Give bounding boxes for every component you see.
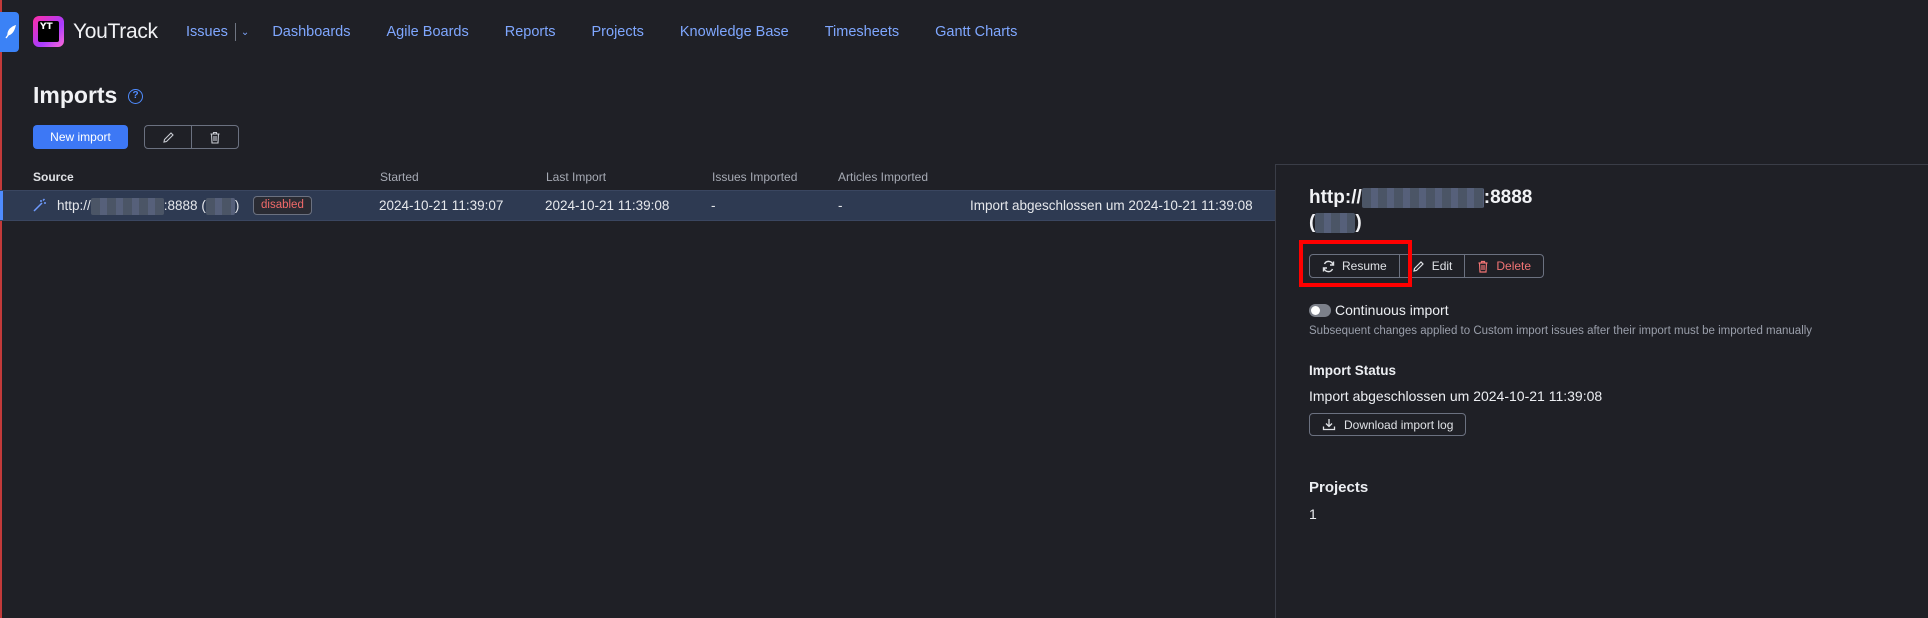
- new-import-button[interactable]: New import: [33, 125, 128, 149]
- help-icon[interactable]: ?: [128, 89, 143, 104]
- nav-dashboards[interactable]: Dashboards: [272, 24, 350, 40]
- nav-projects[interactable]: Projects: [592, 24, 644, 40]
- source-cell: http:// :8888 (): [57, 198, 239, 215]
- edit-label: Edit: [1431, 259, 1453, 273]
- download-log-label: Download import log: [1344, 417, 1454, 432]
- edit-button[interactable]: [145, 126, 191, 148]
- left-edge-strip: [0, 0, 2, 618]
- pencil-icon: [1412, 260, 1424, 272]
- column-articles-imported[interactable]: Articles Imported: [838, 170, 928, 184]
- panel-title-close: ): [1355, 212, 1362, 233]
- app-name[interactable]: YouTrack: [73, 20, 158, 44]
- nav-knowledge-base[interactable]: Knowledge Base: [680, 24, 789, 40]
- refresh-icon: [1322, 260, 1335, 272]
- nav-issues[interactable]: Issues ⌄: [186, 23, 249, 41]
- trash-icon: [1478, 260, 1488, 273]
- issues-imported-cell: -: [711, 198, 716, 213]
- nav-gantt-charts[interactable]: Gantt Charts: [935, 24, 1017, 40]
- delete-button[interactable]: [191, 126, 238, 148]
- import-details-panel: http://:8888 () Resume Edit Delete Conti…: [1275, 164, 1928, 618]
- resume-label: Resume: [1342, 259, 1387, 273]
- resume-button[interactable]: Resume: [1310, 255, 1399, 277]
- nav-reports[interactable]: Reports: [505, 24, 556, 40]
- import-status-heading: Import Status: [1309, 363, 1397, 378]
- main-nav: Issues ⌄ Dashboards Agile Boards Reports…: [186, 23, 1053, 41]
- youtrack-logo[interactable]: YT: [33, 16, 64, 47]
- status-badge: disabled: [253, 196, 312, 215]
- import-wand-icon: [32, 198, 47, 216]
- toolbar-button-group: [144, 125, 239, 149]
- continuous-import-label: Continuous import: [1335, 302, 1449, 318]
- column-source[interactable]: Source: [33, 170, 74, 184]
- started-cell: 2024-10-21 11:39:07: [379, 198, 504, 213]
- delete-import-button[interactable]: Delete: [1464, 255, 1543, 277]
- source-close: ): [234, 198, 240, 214]
- redacted-name: [205, 198, 235, 215]
- panel-actions: Resume Edit Delete: [1309, 254, 1545, 278]
- redacted-host: [1361, 187, 1484, 208]
- source-prefix: http://: [57, 198, 91, 214]
- projects-count: 1: [1309, 506, 1317, 522]
- table-header: Source Started Last Import Issues Import…: [0, 170, 1275, 190]
- import-status-text: Import abgeschlossen um 2024-10-21 11:39…: [1309, 388, 1603, 404]
- download-icon: [1322, 419, 1336, 431]
- last-import-cell: 2024-10-21 11:39:08: [545, 198, 670, 213]
- panel-title: http://:8888 (): [1309, 185, 1532, 235]
- panel-title-prefix: http://: [1309, 187, 1362, 208]
- redacted-host: [90, 198, 164, 215]
- page-title: Imports: [33, 82, 118, 108]
- row-selection-indicator: [0, 191, 3, 220]
- nav-issues-label: Issues: [186, 24, 228, 40]
- nav-timesheets[interactable]: Timesheets: [825, 24, 899, 40]
- nav-separator: [234, 23, 236, 41]
- nav-agile-boards[interactable]: Agile Boards: [387, 24, 469, 40]
- import-status-cell: Import abgeschlossen um 2024-10-21 11:39…: [970, 198, 1253, 213]
- projects-heading: Projects: [1309, 479, 1369, 496]
- download-log-button[interactable]: Download import log: [1309, 413, 1467, 436]
- source-suffix: :8888 (: [163, 198, 206, 214]
- continuous-import-description: Subsequent changes applied to Custom imp…: [1309, 325, 1813, 337]
- pencil-icon: [162, 131, 174, 143]
- column-issues-imported[interactable]: Issues Imported: [712, 170, 797, 184]
- column-last-import[interactable]: Last Import: [546, 170, 606, 184]
- continuous-import-toggle[interactable]: [1309, 304, 1331, 317]
- column-started[interactable]: Started: [380, 170, 419, 184]
- articles-imported-cell: -: [838, 198, 843, 213]
- redacted-name: [1315, 212, 1356, 233]
- top-navigation: YT YouTrack Issues ⌄ Dashboards Agile Bo…: [0, 0, 1928, 64]
- trash-icon: [210, 131, 220, 144]
- logo-text: YT: [38, 21, 59, 42]
- delete-label: Delete: [1496, 259, 1532, 273]
- edit-import-button[interactable]: Edit: [1398, 255, 1465, 277]
- chevron-down-icon[interactable]: ⌄: [241, 27, 249, 38]
- panel-title-suffix: :8888: [1483, 187, 1533, 208]
- table-row[interactable]: http:// :8888 () disabled 2024-10-21 11:3…: [0, 190, 1275, 221]
